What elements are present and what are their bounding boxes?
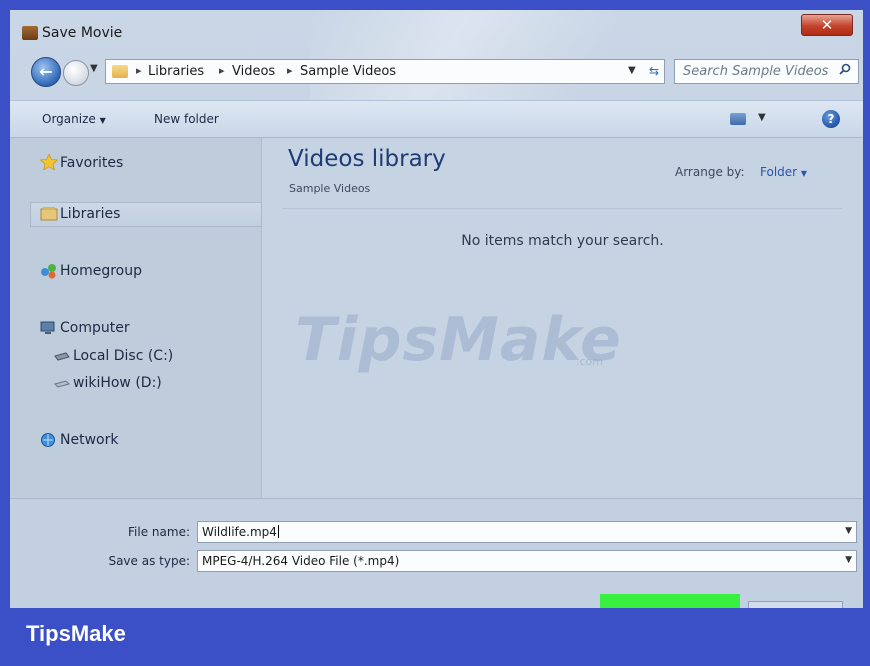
top-border [0,0,870,10]
address-bar[interactable]: ▸ Libraries ▸ Videos ▸ Sample Videos ▼ ⇆ [105,59,665,84]
file-name-label: File name: [128,525,190,539]
breadcrumb-sample-videos[interactable]: Sample Videos [300,64,396,79]
close-button[interactable]: ✕ [801,14,853,36]
back-button[interactable]: ← [31,57,61,87]
forward-button[interactable] [63,60,89,86]
watermark-suffix: .com [576,355,603,368]
watermark-logo: TipsMake [295,305,622,375]
empty-message: No items match your search. [461,233,664,249]
save-movie-dialog: Save Movie ✕ ← ▼ ▸ Libraries ▸ Videos ▸ … [10,10,863,608]
sidebar-item-favorites[interactable]: Favorites [60,155,123,171]
chevron-right-icon: ▸ [287,64,293,77]
search-box[interactable]: Search Sample Videos [674,59,859,84]
navigation-bar: ← ▼ ▸ Libraries ▸ Videos ▸ Sample Videos… [10,57,863,91]
command-bar: Organize ▼ New folder ▼ ? [10,100,863,138]
refresh-icon[interactable]: ⇆ [646,63,662,79]
sidebar-item-computer[interactable]: Computer [60,320,130,336]
breadcrumb-videos[interactable]: Videos [232,64,275,79]
star-icon [40,154,58,170]
sidebar-item-libraries[interactable]: Libraries [60,206,120,222]
view-options-icon[interactable] [730,113,746,125]
library-title: Videos library [288,146,446,172]
sidebar-item-local-disc[interactable]: Local Disc (C:) [73,348,173,364]
sidebar-item-network[interactable]: Network [60,432,118,448]
save-type-value: MPEG-4/H.264 Video File (*.mp4) [202,554,400,568]
hard-drive-icon [54,352,70,361]
chevron-down-icon[interactable]: ▼ [845,555,852,565]
recent-locations-dropdown[interactable]: ▼ [90,63,98,74]
chevron-down-icon: ▼ [99,116,106,125]
arrange-by-value: Folder [760,165,798,179]
sidebar-item-wikihow-drive[interactable]: wikiHow (D:) [73,375,162,391]
drive-icon [54,380,70,388]
file-name-value: Wildlife.mp4 [202,525,279,539]
app-icon [22,26,38,40]
help-icon[interactable]: ? [822,110,840,128]
folder-icon [112,65,128,78]
save-type-label: Save as type: [108,554,190,568]
brand-logo: TipsMake [26,621,126,646]
chevron-right-icon: ▸ [136,64,142,77]
search-input[interactable]: Search Sample Videos [683,64,828,79]
address-dropdown[interactable]: ▼ [628,65,636,76]
new-folder-button[interactable]: New folder [154,112,219,126]
navigation-pane: Favorites Libraries Homegroup Computer L… [10,138,262,498]
libraries-icon [40,207,58,221]
divider [282,208,842,209]
file-name-field[interactable]: Wildlife.mp4 ▼ [197,521,857,543]
breadcrumb-libraries[interactable]: Libraries [148,64,204,79]
save-type-select[interactable]: MPEG-4/H.264 Video File (*.mp4) ▼ [197,550,857,572]
save-button[interactable] [600,594,740,608]
computer-icon [40,321,55,334]
text-cursor [277,525,279,538]
cancel-button[interactable] [748,601,843,608]
library-subtitle: Sample Videos [289,182,371,195]
right-border [863,0,870,608]
search-icon[interactable] [839,63,851,75]
close-icon: ✕ [820,16,834,34]
sidebar-item-homegroup[interactable]: Homegroup [60,263,142,279]
organize-menu[interactable]: Organize ▼ [42,112,106,126]
back-arrow-icon: ← [39,62,53,81]
title-bar: Save Movie ✕ [10,10,863,54]
network-icon [41,433,55,447]
arrange-by-label: Arrange by: [675,165,745,179]
view-options-dropdown[interactable]: ▼ [758,112,766,123]
save-options-panel: File name: Wildlife.mp4 ▼ Save as type: … [10,498,863,608]
organize-label: Organize [42,112,96,126]
window-title: Save Movie [42,25,123,41]
footer-banner: TipsMake [0,608,870,666]
chevron-right-icon: ▸ [219,64,225,77]
left-border [0,0,10,608]
homegroup-icon [41,264,56,279]
chevron-down-icon: ▼ [800,169,808,178]
arrange-by-dropdown[interactable]: Folder ▼ [760,165,807,179]
chevron-down-icon[interactable]: ▼ [845,526,852,536]
